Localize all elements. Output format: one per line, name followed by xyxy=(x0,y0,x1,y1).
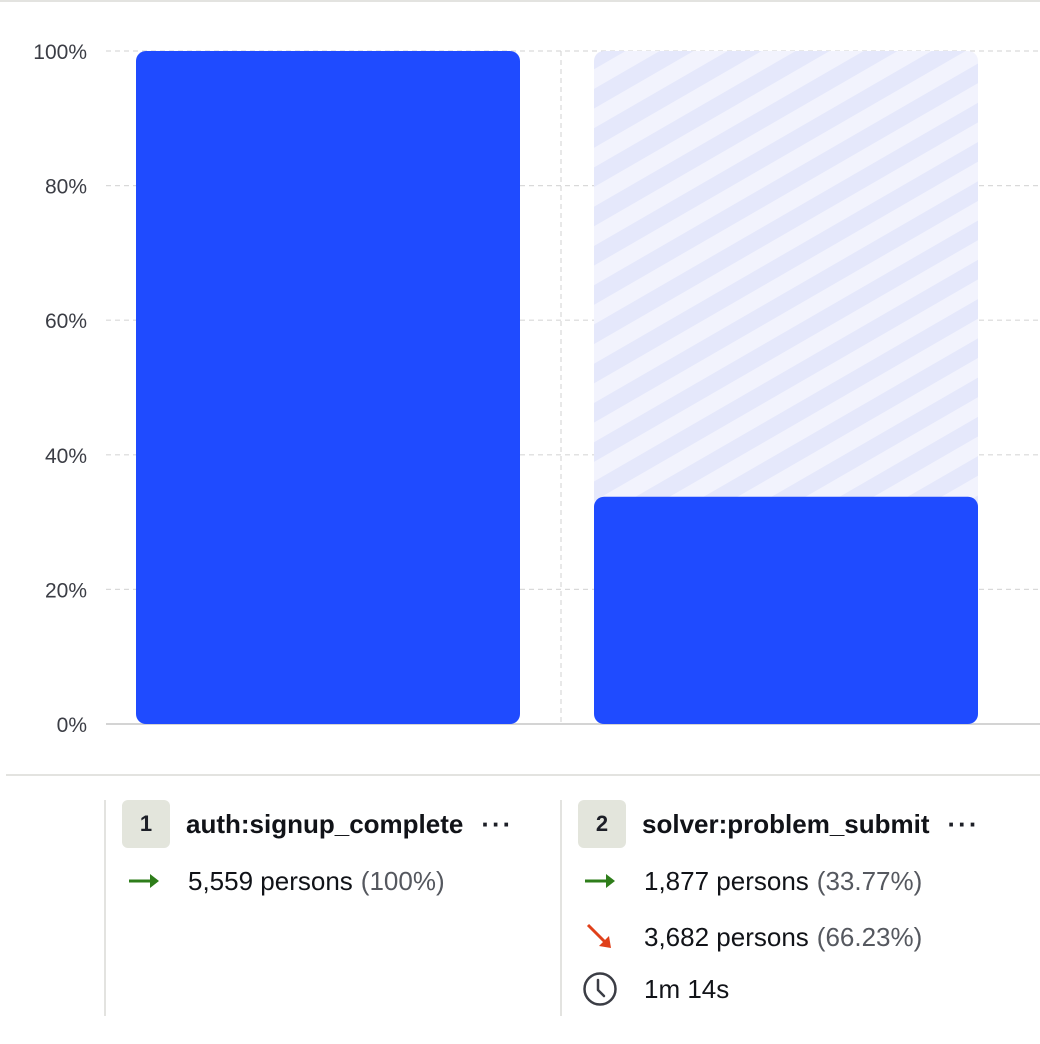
bars xyxy=(136,51,978,724)
step-1-number-badge: 1 xyxy=(122,800,170,848)
step-1-converted-percent: (100%) xyxy=(360,865,445,896)
step-2-dropped-percent: (66.23%) xyxy=(816,921,923,952)
step-2-dropped-row[interactable]: 3,682 persons (66.23%) xyxy=(582,919,922,955)
step-1-more-menu-button[interactable]: ··· xyxy=(481,811,513,837)
step-1-converted-row[interactable]: 5,559 persons (100%) xyxy=(126,863,445,899)
step-2-converted-row[interactable]: 1,877 persons (33.77%) xyxy=(582,863,922,899)
arrow-right-icon xyxy=(582,863,622,899)
y-tick-label: 60% xyxy=(45,310,87,333)
step-1-header: 1 auth:signup_complete ··· xyxy=(122,800,513,848)
y-axis-ticks: 0% 20% 40% 60% 80% 100% xyxy=(33,41,87,737)
step-2-event-name[interactable]: solver:problem_submit xyxy=(642,809,930,840)
y-tick-label: 40% xyxy=(45,445,87,468)
step-2-converted-count: 1,877 persons xyxy=(644,865,809,896)
conversion-bar-2 xyxy=(594,496,978,724)
y-tick-label: 80% xyxy=(45,176,87,199)
step-2-time-row: 1m 14s xyxy=(582,971,729,1007)
y-tick-label: 20% xyxy=(45,579,87,602)
y-tick-label: 0% xyxy=(57,714,87,737)
funnel-chart: 0% 20% 40% 60% 80% 100% xyxy=(33,41,1040,737)
step-2-dropped-count: 3,682 persons xyxy=(644,921,809,952)
funnel-step-1: 1 auth:signup_complete ··· 5,559 persons… xyxy=(104,800,562,1016)
step-2-more-menu-button[interactable]: ··· xyxy=(948,811,980,837)
step-2-converted-percent: (33.77%) xyxy=(816,865,923,896)
step-2-header: 2 solver:problem_submit ··· xyxy=(578,800,980,848)
chart-legend-divider xyxy=(6,774,1040,776)
clock-icon xyxy=(582,971,622,1007)
funnel-step-2: 2 solver:problem_submit ··· 1,877 person… xyxy=(560,800,1040,1016)
arrow-right-icon xyxy=(126,863,166,899)
step-2-number-badge: 2 xyxy=(578,800,626,848)
arrow-down-right-icon xyxy=(582,919,622,955)
step-1-converted-count: 5,559 persons xyxy=(188,865,353,896)
step-2-avg-time: 1m 14s xyxy=(644,973,730,1004)
y-tick-label: 100% xyxy=(33,41,87,64)
step-1-event-name[interactable]: auth:signup_complete xyxy=(186,809,463,840)
conversion-bar-1 xyxy=(136,51,520,724)
